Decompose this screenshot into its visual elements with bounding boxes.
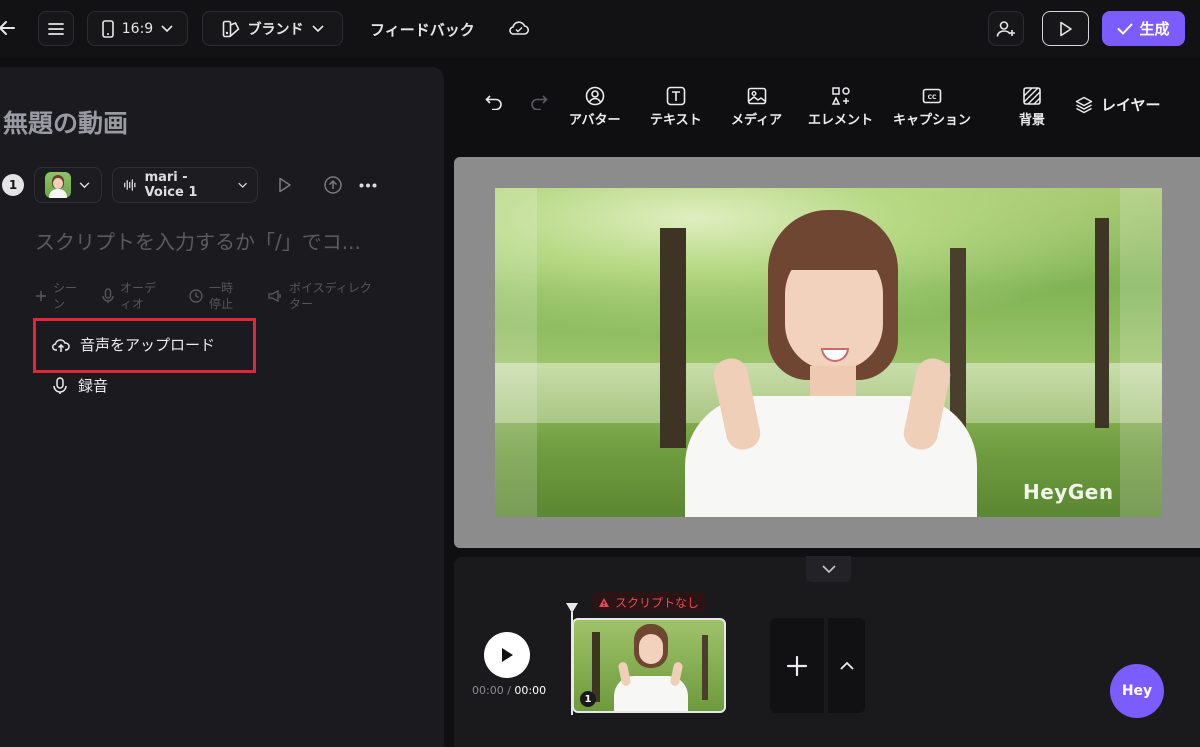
avatar-tool[interactable]: アバター: [569, 86, 620, 128]
menu-button[interactable]: [38, 11, 74, 46]
chevron-down-icon: [161, 24, 173, 32]
text-tool-label: テキスト: [650, 113, 702, 128]
highlight-annotation: [33, 318, 256, 373]
clip-number-badge: 1: [580, 691, 596, 707]
layers-label: レイヤー: [1101, 96, 1161, 114]
closed-caption-icon: CC: [922, 88, 942, 104]
plus-icon: [786, 655, 808, 676]
background-tool-label: 背景: [1019, 113, 1046, 128]
media-tool[interactable]: メディア: [731, 86, 782, 128]
element-tool-label: エレメント: [808, 113, 874, 128]
play-scene-icon[interactable]: [278, 177, 292, 193]
back-arrow-icon[interactable]: [0, 18, 18, 38]
collapse-timeline-button[interactable]: [806, 556, 851, 582]
chevron-down-icon: [238, 182, 247, 188]
invite-user-button[interactable]: [988, 11, 1024, 46]
voice-select[interactable]: mari - Voice 1: [112, 167, 258, 203]
scene-clip[interactable]: 1: [572, 618, 726, 713]
timecode: 00:00 / 00:00: [472, 684, 546, 697]
waveform-icon: [124, 179, 136, 191]
caption-tool[interactable]: CC キャプション: [893, 86, 971, 128]
plus-icon: [36, 291, 46, 301]
total-time: 00:00: [514, 684, 547, 697]
play-icon: [1059, 21, 1072, 36]
svg-text:CC: CC: [928, 94, 937, 101]
add-scene-label: シー ン: [53, 281, 78, 311]
pause-tool-label: 一時 停止: [209, 281, 234, 311]
current-time: 00:00: [472, 684, 504, 697]
image-icon: [747, 87, 766, 105]
hamburger-icon: [48, 22, 64, 35]
text-icon: [666, 86, 686, 106]
feedback-link[interactable]: フィードバック: [370, 19, 475, 40]
voice-label: mari - Voice 1: [144, 170, 198, 200]
aspect-ratio-label: 16:9: [121, 20, 154, 37]
background-pattern-icon: [1023, 87, 1041, 105]
check-icon: [1117, 23, 1133, 35]
avatar-icon: [585, 86, 605, 106]
layers-button[interactable]: レイヤー: [1075, 94, 1161, 115]
shapes-icon: [831, 87, 850, 105]
add-scene-button[interactable]: [770, 618, 824, 713]
timeline-play-button[interactable]: [484, 632, 530, 678]
warning-icon: [599, 597, 609, 607]
media-tool-label: メディア: [731, 113, 783, 128]
chevron-up-icon: [839, 661, 854, 670]
chevron-down-icon: [311, 24, 324, 32]
redo-icon[interactable]: [530, 94, 548, 110]
megaphone-icon: [268, 289, 281, 303]
clock-icon: [189, 289, 203, 303]
element-tool[interactable]: エレメント: [808, 86, 873, 128]
script-input[interactable]: スクリプトを入力するか「/」でコ...: [35, 226, 361, 255]
heygen-watermark: HeyGen: [1023, 480, 1114, 504]
aspect-ratio-select[interactable]: 16:9: [87, 11, 188, 46]
top-bar: 16:9 ブランド フィードバック 生成: [0, 0, 1200, 58]
add-scene-tool[interactable]: シー ン: [35, 280, 77, 312]
audio-tool-label: オーデ ィオ: [120, 281, 157, 311]
undo-icon[interactable]: [485, 94, 503, 110]
preview-button[interactable]: [1042, 11, 1089, 46]
voice-director-label: ボイスディレク ター: [289, 281, 372, 311]
avatar-thumbnail: [45, 172, 71, 198]
timeline-panel: [454, 557, 1200, 747]
ai-assist-icon[interactable]: [323, 175, 343, 195]
brand-label: ブランド: [247, 21, 304, 38]
no-script-label: スクリプトなし: [615, 595, 700, 610]
microphone-icon: [102, 288, 114, 303]
cloud-save-icon[interactable]: [508, 19, 530, 37]
hey-assistant-label: Hey: [1121, 683, 1153, 699]
pause-tool[interactable]: 一時 停止: [189, 280, 233, 312]
layers-icon: [1075, 96, 1093, 113]
caption-tool-label: キャプション: [893, 113, 972, 128]
microphone-icon: [53, 376, 67, 394]
chevron-down-icon: [821, 565, 836, 573]
record-audio-option[interactable]: 録音: [52, 375, 108, 396]
add-user-icon: [996, 20, 1015, 37]
scene-options-button[interactable]: [828, 618, 865, 713]
audio-tool[interactable]: オーデ ィオ: [102, 280, 156, 312]
time-separator: /: [503, 684, 515, 697]
avatar-person: [495, 188, 1162, 517]
scene-number-badge: 1: [2, 174, 24, 196]
generate-label: 生成: [1139, 20, 1170, 38]
avatar-select[interactable]: [34, 167, 102, 203]
no-script-warning: スクリプトなし: [592, 592, 706, 612]
record-audio-label: 録音: [78, 377, 109, 395]
video-title[interactable]: 無題の動画: [3, 104, 128, 140]
brand-select[interactable]: ブランド: [202, 11, 343, 46]
brand-palette-icon: [222, 20, 239, 37]
chevron-down-icon: [79, 181, 90, 188]
hey-assistant-button[interactable]: Hey: [1110, 664, 1164, 718]
phone-icon: [101, 19, 114, 38]
generate-button[interactable]: 生成: [1102, 11, 1185, 46]
voice-director-tool[interactable]: ボイスディレク ター: [267, 280, 372, 312]
video-preview[interactable]: HeyGen: [495, 188, 1162, 517]
avatar-tool-label: アバター: [569, 113, 621, 128]
text-tool[interactable]: テキスト: [650, 86, 702, 128]
background-tool[interactable]: 背景: [1019, 86, 1045, 128]
more-options-icon[interactable]: [359, 183, 377, 188]
play-icon: [502, 648, 513, 662]
